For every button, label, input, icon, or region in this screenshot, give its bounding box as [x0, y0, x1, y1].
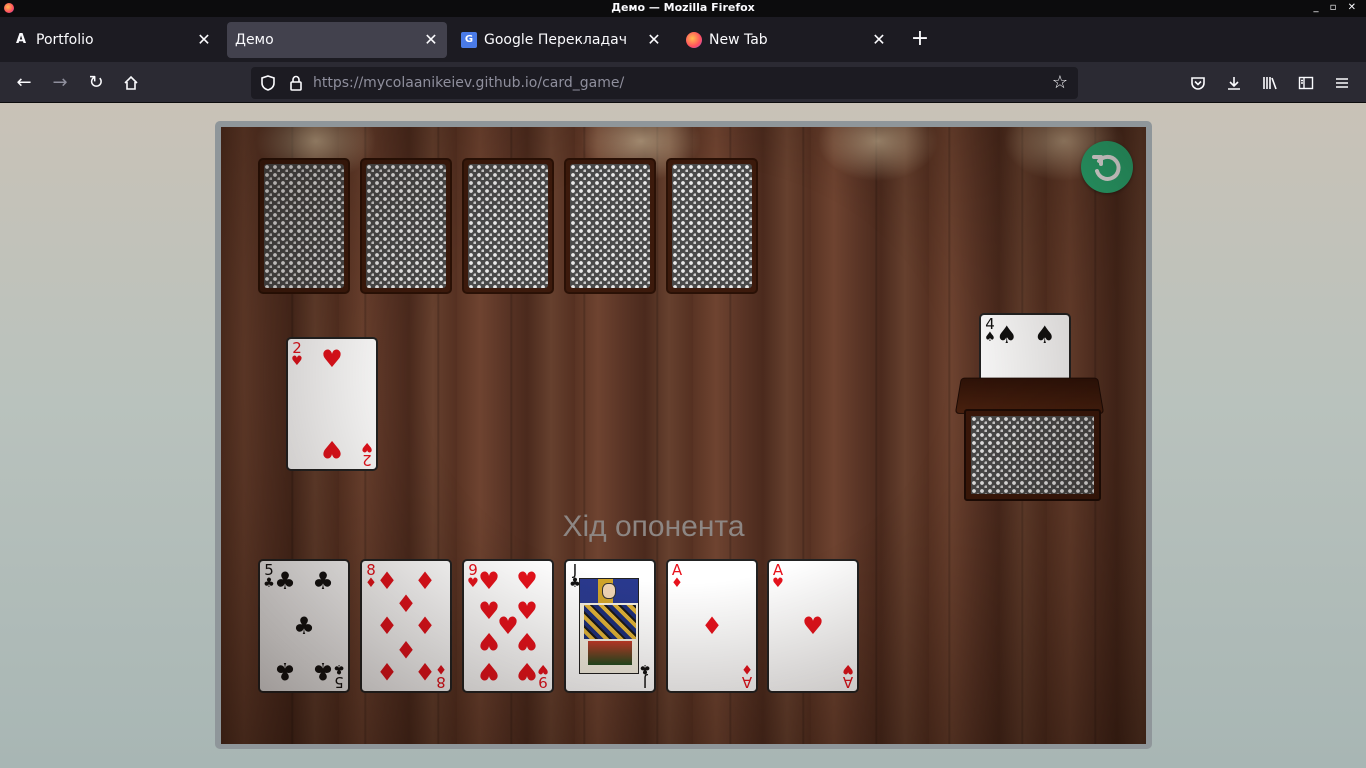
card-corner: 2 ♥ [361, 439, 373, 469]
card-pip: ♥ [516, 627, 538, 655]
a-logo-icon: A [15, 32, 27, 47]
card-corner: 2 ♥ [291, 339, 303, 369]
url-host: https://mycolaanikeiev.github.io [313, 75, 538, 91]
card-pip: ♥ [516, 567, 538, 595]
pocket-icon [1191, 77, 1205, 90]
google-translate-icon: G [461, 32, 477, 48]
hand-card-5-clubs[interactable]: 5 ♣ ♣ ♣ ♣ ♣ ♣ 5 ♣ [258, 559, 350, 693]
card-corner: J ♣ [639, 661, 651, 691]
opponent-card-back [258, 158, 350, 294]
card-pip: ♦ [701, 612, 723, 640]
card-corner: A ♥ [842, 661, 854, 691]
library-icon [1263, 77, 1277, 90]
menu-button[interactable] [1328, 69, 1356, 97]
bookmark-star-icon[interactable]: ☆ [1048, 71, 1072, 95]
deck [954, 375, 1105, 503]
close-tab-icon[interactable]: ✕ [871, 22, 887, 58]
card-pip: ♥ [802, 612, 824, 640]
sidebar-icon [1298, 76, 1314, 90]
tab-label: New Tab [709, 32, 768, 48]
card-pip: ♣ [274, 657, 296, 685]
deck-card-back [964, 409, 1101, 501]
downloads-button[interactable] [1220, 69, 1248, 97]
tab-new-tab[interactable]: New Tab ✕ [677, 22, 895, 58]
sidebar-button[interactable] [1292, 69, 1320, 97]
tab-label: Демо [235, 32, 274, 48]
card-corner: A ♦ [741, 661, 753, 691]
card-corner: A ♥ [772, 561, 784, 591]
firefox-icon [4, 3, 14, 13]
card-pip: ♣ [293, 612, 315, 640]
card-pip: ♥ [478, 627, 500, 655]
card-pip: ♥ [478, 657, 500, 685]
page-content: 2 ♥ ♥ ♥ 2 ♥ 4 ♠ ♠ ♠ Хід опонента 5 ♣ ♣ ♣ ♣ ♣ [0, 103, 1366, 768]
opponent-card-back [462, 158, 554, 294]
download-icon [1228, 77, 1240, 90]
opponent-card-back [666, 158, 758, 294]
card-pip: ♠ [1034, 321, 1056, 349]
window-title: Демо — Mozilla Firefox [611, 1, 755, 14]
firefox-icon [686, 32, 702, 48]
new-tab-button[interactable]: + [906, 22, 934, 58]
tab-portfolio[interactable]: A Portfolio ✕ [4, 22, 220, 58]
card-pip: ♦ [376, 657, 398, 685]
reload-button[interactable]: ↻ [82, 69, 110, 97]
card-pip: ♣ [274, 567, 296, 595]
card-pip: ♥ [478, 567, 500, 595]
tab-strip: A Portfolio ✕ Демо ✕ G Google Перекладач… [0, 17, 1366, 62]
tab-label: Portfolio [36, 32, 94, 48]
close-tab-icon[interactable]: ✕ [196, 22, 212, 58]
card-corner: 5 ♣ [333, 661, 345, 691]
card-pip: ♥ [321, 345, 343, 373]
hand-card-ace-hearts[interactable]: A ♥ ♥ A ♥ [767, 559, 859, 693]
card-pip: ♣ [312, 567, 334, 595]
card-corner: 9 ♥ [537, 661, 549, 691]
jack-portrait [579, 578, 639, 674]
hand-card-ace-diamonds[interactable]: A ♦ ♦ A ♦ [666, 559, 758, 693]
close-tab-icon[interactable]: ✕ [423, 22, 439, 58]
pocket-button[interactable] [1184, 69, 1212, 97]
card-corner: A ♦ [671, 561, 683, 591]
card-pip: ♠ [996, 321, 1018, 349]
library-button[interactable] [1256, 69, 1284, 97]
hand-card-8-diamonds[interactable]: 8 ♦ ♦ ♦ ♦ ♦ ♦ ♦ ♦ ♦ 8 ♦ [360, 559, 452, 693]
navigation-toolbar: ← → ↻ https://mycolaanikeiev.github.io/c… [0, 62, 1366, 103]
forward-button[interactable]: → [46, 69, 74, 97]
card-corner: 4 ♠ [984, 315, 996, 345]
url-text[interactable]: https://mycolaanikeiev.github.io/card_ga… [313, 67, 624, 99]
opponent-card-back [360, 158, 452, 294]
home-icon [124, 75, 138, 90]
close-tab-icon[interactable]: ✕ [646, 22, 662, 58]
tab-demo[interactable]: Демо ✕ [227, 22, 447, 58]
back-button[interactable]: ← [10, 69, 38, 97]
home-button[interactable] [117, 69, 145, 97]
url-path: /card_game/ [537, 75, 625, 91]
turn-status: Хід опонента [562, 510, 745, 543]
window-titlebar: Демо — Mozilla Firefox _ ▫ ✕ [0, 0, 1366, 17]
game-table: 2 ♥ ♥ ♥ 2 ♥ 4 ♠ ♠ ♠ Хід опонента 5 ♣ ♣ ♣ ♣ ♣ [221, 127, 1146, 744]
window-controls[interactable]: _ ▫ ✕ [1313, 0, 1360, 16]
played-card-2-hearts: 2 ♥ ♥ ♥ 2 ♥ [286, 337, 378, 471]
hand-card-9-hearts[interactable]: 9 ♥ ♥ ♥ ♥ ♥ ♥ ♥ ♥ ♥ ♥ 9 ♥ [462, 559, 554, 693]
tab-google-translate[interactable]: G Google Перекладач ✕ [452, 22, 670, 58]
restart-icon [1092, 154, 1121, 181]
tracking-protection-shield-icon[interactable] [259, 74, 277, 92]
tab-label: Google Перекладач [484, 32, 627, 48]
hand-card-jack-clubs[interactable]: J ♣ J ♣ [564, 559, 656, 693]
opponent-card-back [564, 158, 656, 294]
lock-icon[interactable] [287, 74, 305, 92]
restart-button[interactable] [1081, 141, 1133, 193]
card-corner: 8 ♦ [435, 661, 447, 691]
hamburger-menu-icon [1336, 78, 1348, 88]
address-bar[interactable]: https://mycolaanikeiev.github.io/card_ga… [251, 67, 1078, 99]
card-pip: ♥ [321, 435, 343, 463]
